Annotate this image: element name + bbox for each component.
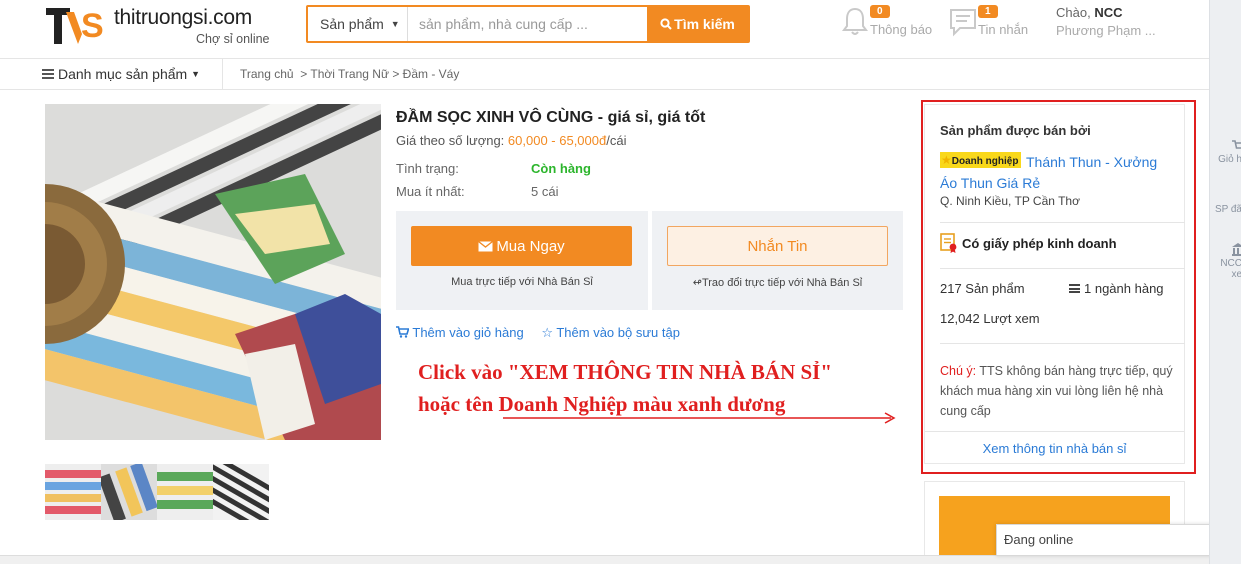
building-icon <box>1210 242 1241 258</box>
price-line: Giá theo số lượng: 60,000 - 65,000đ/cái <box>396 133 626 148</box>
toolbar-suppliers[interactable]: NCC xe <box>1210 242 1241 280</box>
search-category-label: Sản phẩm <box>320 16 384 32</box>
price-label: Giá theo số lượng: <box>396 133 505 148</box>
svg-text:S: S <box>81 7 104 45</box>
product-title: ĐẦM SỌC XINH VÔ CÙNG - giá sỉ, giá tốt <box>396 109 706 126</box>
site-logo[interactable]: S thitruongsi.com Chợ sỉ online <box>44 4 284 48</box>
toolbar-viewed[interactable]: SP đã <box>1210 190 1241 215</box>
categories-menu-button[interactable]: Danh mục sản phẩm ▼ <box>42 66 200 82</box>
notifications-button[interactable]: 0 Thông báo <box>840 4 935 44</box>
add-to-collection-link[interactable]: ☆ Thêm vào bộ sưu tập <box>541 325 680 341</box>
header: S thitruongsi.com Chợ sỉ online Sản phẩm… <box>0 0 1209 58</box>
thumbnail-photo <box>101 464 157 520</box>
toolbar-viewed-label: SP đã <box>1214 204 1241 215</box>
message-note-text: Trao đổi trực tiếp với Nhà Bán Sỉ <box>701 277 863 289</box>
category-nav: Danh mục sản phẩm ▼ Trang chủ > Thời Tra… <box>0 58 1209 90</box>
add-to-cart-link[interactable]: Thêm vào giỏ hàng <box>396 325 524 340</box>
product-actions: Thêm vào giỏ hàng ☆ Thêm vào bộ sưu tập <box>396 325 694 341</box>
notifications-label: Thông báo <box>870 22 933 37</box>
user-account-name: Phương Phạm ... <box>1056 23 1156 38</box>
messages-label: Tin nhắn <box>978 22 1029 37</box>
search-button-label: Tìm kiếm <box>674 16 735 32</box>
message-note: ↫Trao đổi trực tiếp với Nhà Bán Sỉ <box>652 276 903 289</box>
menu-icon <box>42 69 54 79</box>
search-button[interactable]: Tìm kiếm <box>647 7 748 41</box>
highlight-box <box>921 100 1196 474</box>
thumbnail-photo <box>157 464 213 520</box>
cart-icon <box>1210 140 1241 154</box>
bell-icon <box>842 7 868 35</box>
cart-icon <box>396 326 410 338</box>
toolbar-cart-label: Giỏ h <box>1218 154 1241 165</box>
breadcrumb: Trang chủ > Thời Trang Nữ > Đầm - Váy <box>240 67 460 81</box>
annotation-line-1: Click vào "XEM THÔNG TIN NHÀ BÁN SỈ" <box>418 360 833 384</box>
logo-mark-icon: S <box>46 7 104 45</box>
breadcrumb-item[interactable]: Đầm - Váy <box>403 67 460 81</box>
thumbnail-photo <box>45 464 101 520</box>
message-button[interactable]: Nhắn Tin <box>667 226 888 266</box>
message-label: Nhắn Tin <box>747 237 808 255</box>
chevron-down-icon: ▼ <box>191 69 200 79</box>
online-chat-bar[interactable]: Đang online <box>996 524 1241 556</box>
add-to-cart-label: Thêm vào giỏ hàng <box>412 325 524 340</box>
notifications-count-badge: 0 <box>870 5 890 18</box>
thumbnail-photo <box>213 464 269 520</box>
buy-panel: Mua Ngay Mua trực tiếp với Nhà Bán Sỉ <box>396 211 648 310</box>
product-thumbnail[interactable] <box>213 464 269 520</box>
right-toolbar: Giỏ h SP đã NCC xe <box>1209 0 1241 564</box>
product-photo <box>45 104 381 440</box>
categories-menu-label: Danh mục sản phẩm <box>58 66 188 82</box>
buy-now-button[interactable]: Mua Ngay <box>411 226 632 266</box>
search-bar: Sản phẩm ▼ Tìm kiếm <box>306 5 750 43</box>
status-value: Còn hàng <box>531 161 591 176</box>
toolbar-suppliers-label-2: xe <box>1231 269 1241 280</box>
messages-button[interactable]: 1 Tin nhắn <box>948 4 1043 44</box>
product-main-image[interactable] <box>45 104 381 440</box>
user-name: NCC <box>1094 5 1123 20</box>
user-greeting: Chào, <box>1056 5 1091 20</box>
chat-icon <box>950 9 976 37</box>
breadcrumb-item[interactable]: Trang chủ <box>240 67 294 81</box>
min-order-value: 5 cái <box>531 184 559 199</box>
arrow-right-icon <box>503 412 896 424</box>
buy-note: Mua trực tiếp với Nhà Bán Sỉ <box>451 276 593 288</box>
logo-text: thitruongsi.com <box>114 6 252 29</box>
product-thumbnail[interactable] <box>157 464 213 520</box>
user-menu[interactable]: Chào, NCC Phương Phạm ... <box>1056 4 1156 40</box>
search-icon <box>660 18 672 30</box>
price-unit: /cái <box>606 133 627 148</box>
logo-tagline: Chợ sỉ online <box>196 32 270 46</box>
envelope-icon <box>478 240 494 251</box>
min-order-label: Mua ít nhất: <box>396 184 465 199</box>
toolbar-cart[interactable]: Giỏ h <box>1210 140 1241 165</box>
search-category-select[interactable]: Sản phẩm ▼ <box>308 7 408 41</box>
eye-icon <box>1210 190 1241 204</box>
product-thumbnails <box>45 464 269 520</box>
product-thumbnail[interactable] <box>45 464 101 520</box>
status-label: Tình trạng: <box>396 161 459 176</box>
price-value: 60,000 - 65,000đ <box>507 133 607 148</box>
search-input[interactable] <box>409 7 647 41</box>
chevron-down-icon: ▼ <box>390 19 400 29</box>
message-panel: Nhắn Tin ↫Trao đổi trực tiếp với Nhà Bán… <box>652 211 903 310</box>
add-to-collection-label: Thêm vào bộ sưu tập <box>556 325 680 340</box>
buy-now-label: Mua Ngay <box>496 237 565 255</box>
star-icon: ☆ <box>541 325 553 340</box>
divider <box>222 59 223 89</box>
messages-count-badge: 1 <box>978 5 998 18</box>
page-footer-edge <box>0 555 1209 564</box>
product-thumbnail[interactable] <box>101 464 157 520</box>
toolbar-suppliers-label: NCC <box>1220 258 1241 269</box>
breadcrumb-item[interactable]: Thời Trang Nữ <box>310 67 389 81</box>
arrow-icon: ↫ <box>692 277 702 289</box>
